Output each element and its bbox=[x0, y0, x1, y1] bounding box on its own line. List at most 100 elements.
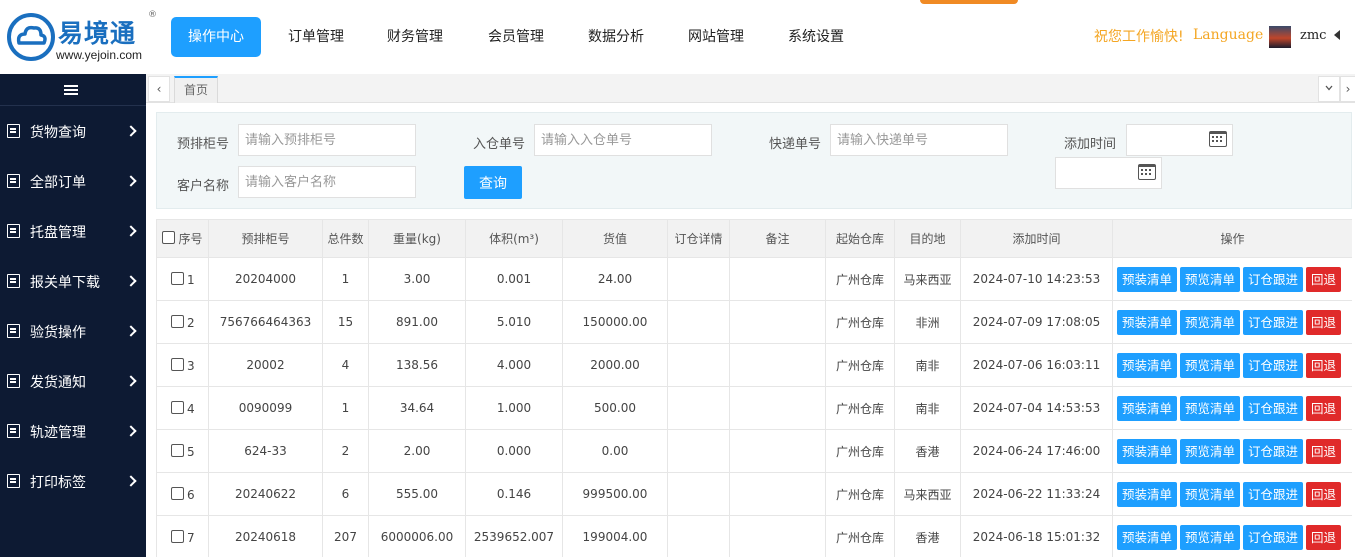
customer-name-input[interactable] bbox=[238, 166, 416, 198]
cell-volume: 0.000 bbox=[465, 429, 563, 473]
sidebar-item-inspection[interactable]: 验货操作 bbox=[0, 306, 146, 356]
rollback-button[interactable]: 回退 bbox=[1306, 266, 1342, 292]
cell-booking bbox=[667, 386, 730, 430]
sidebar-item-label: 托盘管理 bbox=[30, 225, 86, 241]
preview-list-button[interactable]: 预览清单 bbox=[1180, 309, 1241, 335]
preload-list-button[interactable]: 预装清单 bbox=[1117, 395, 1178, 421]
tab-dropdown-button[interactable] bbox=[1318, 76, 1340, 102]
nav-system-settings[interactable]: 系统设置 bbox=[788, 17, 844, 57]
nav-member-management[interactable]: 会员管理 bbox=[488, 17, 544, 57]
row-checkbox[interactable] bbox=[171, 443, 184, 457]
tab-home[interactable]: 首页 bbox=[174, 76, 218, 103]
row-checkbox[interactable] bbox=[171, 400, 184, 414]
cell-booking bbox=[667, 300, 730, 344]
preload-list-button[interactable]: 预装清单 bbox=[1117, 481, 1178, 507]
sidebar-item-all-orders[interactable]: 全部订单 bbox=[0, 156, 146, 206]
booking-followup-button[interactable]: 订仓跟进 bbox=[1243, 352, 1304, 378]
booking-followup-button[interactable]: 订仓跟进 bbox=[1243, 438, 1304, 464]
chevron-right-icon bbox=[125, 275, 137, 287]
preload-list-button[interactable]: 预装清单 bbox=[1117, 524, 1178, 550]
greeting-text: 祝您工作愉快! bbox=[1094, 29, 1184, 45]
row-checkbox[interactable] bbox=[171, 271, 184, 285]
preload-list-button[interactable]: 预装清单 bbox=[1117, 309, 1178, 335]
preview-list-button[interactable]: 预览清单 bbox=[1180, 395, 1241, 421]
row-checkbox[interactable] bbox=[171, 314, 184, 328]
nav-order-management[interactable]: 订单管理 bbox=[288, 17, 344, 57]
preload-list-button[interactable]: 预装清单 bbox=[1117, 352, 1178, 378]
cell-cabinet: 20002 bbox=[208, 343, 323, 387]
row-checkbox[interactable] bbox=[171, 357, 184, 371]
cell-cabinet: 624-33 bbox=[208, 429, 323, 473]
cell-value: 500.00 bbox=[562, 386, 668, 430]
cell-added-time: 2024-07-06 16:03:11 bbox=[960, 343, 1113, 387]
rollback-button[interactable]: 回退 bbox=[1306, 481, 1342, 507]
preview-list-button[interactable]: 预览清单 bbox=[1180, 438, 1241, 464]
inbound-number-input[interactable] bbox=[534, 124, 712, 156]
table-row: 3 20002 4 138.56 4.000 2000.00 广州仓库 南非 2024-07-0… bbox=[156, 343, 1352, 387]
nav-operation-center[interactable]: 操作中心 bbox=[171, 17, 261, 57]
sidebar-item-label: 报关单下载 bbox=[30, 275, 100, 291]
express-number-input[interactable] bbox=[830, 124, 1008, 156]
cell-origin: 广州仓库 bbox=[825, 257, 895, 301]
preview-list-button[interactable]: 预览清单 bbox=[1180, 524, 1241, 550]
hamburger-icon bbox=[64, 85, 78, 95]
sidebar-item-pallet-management[interactable]: 托盘管理 bbox=[0, 206, 146, 256]
booking-followup-button[interactable]: 订仓跟进 bbox=[1243, 266, 1304, 292]
booking-followup-button[interactable]: 订仓跟进 bbox=[1243, 481, 1304, 507]
cell-booking bbox=[667, 515, 730, 557]
calendar-icon[interactable] bbox=[1138, 164, 1156, 180]
rollback-button[interactable]: 回退 bbox=[1306, 309, 1342, 335]
cell-weight: 3.00 bbox=[368, 257, 466, 301]
cell-destination: 南非 bbox=[894, 386, 961, 430]
sidebar-item-print-labels[interactable]: 打印标签 bbox=[0, 456, 146, 506]
preview-list-button[interactable]: 预览清单 bbox=[1180, 481, 1241, 507]
header-volume: 体积(m³) bbox=[465, 219, 563, 258]
sidebar-item-tracking[interactable]: 轨迹管理 bbox=[0, 406, 146, 456]
header-pieces: 总件数 bbox=[322, 219, 369, 258]
header-value: 货值 bbox=[562, 219, 668, 258]
cell-actions: 预装清单 预览清单 订仓跟进 回退 bbox=[1112, 515, 1352, 557]
cell-pieces: 15 bbox=[322, 300, 369, 344]
logo[interactable]: 易境通 ® www.yejoin.com bbox=[6, 10, 157, 66]
sidebar-item-label: 轨迹管理 bbox=[30, 425, 86, 441]
sidebar-item-cargo-query[interactable]: 货物查询 bbox=[0, 106, 146, 156]
language-link[interactable]: Language bbox=[1193, 27, 1263, 43]
sidebar-item-shipping-notice[interactable]: 发货通知 bbox=[0, 356, 146, 406]
tab-scroll-right-button[interactable]: › bbox=[1340, 76, 1355, 102]
preload-list-button[interactable]: 预装清单 bbox=[1117, 266, 1178, 292]
select-all-checkbox[interactable] bbox=[162, 231, 176, 244]
preload-list-button[interactable]: 预装清单 bbox=[1117, 438, 1178, 464]
rollback-button[interactable]: 回退 bbox=[1306, 524, 1342, 550]
avatar[interactable] bbox=[1269, 26, 1291, 48]
cell-booking bbox=[667, 472, 730, 516]
username[interactable]: zmc bbox=[1300, 28, 1326, 43]
caret-left-icon[interactable] bbox=[1334, 30, 1340, 40]
cell-volume: 4.000 bbox=[465, 343, 563, 387]
header-actions: 操作 bbox=[1112, 219, 1352, 258]
preview-list-button[interactable]: 预览清单 bbox=[1180, 266, 1241, 292]
sidebar-item-label: 全部订单 bbox=[30, 175, 86, 191]
calendar-icon[interactable] bbox=[1209, 131, 1227, 147]
chevron-right-icon bbox=[125, 225, 137, 237]
nav-finance-management[interactable]: 财务管理 bbox=[387, 17, 443, 57]
cell-destination: 香港 bbox=[894, 515, 961, 557]
cell-pieces: 207 bbox=[322, 515, 369, 557]
booking-followup-button[interactable]: 订仓跟进 bbox=[1243, 309, 1304, 335]
rollback-button[interactable]: 回退 bbox=[1306, 352, 1342, 378]
booking-followup-button[interactable]: 订仓跟进 bbox=[1243, 524, 1304, 550]
nav-data-analysis[interactable]: 数据分析 bbox=[588, 17, 644, 57]
rollback-button[interactable]: 回退 bbox=[1306, 438, 1342, 464]
cabinet-number-input[interactable] bbox=[238, 124, 416, 156]
sidebar-item-customs-download[interactable]: 报关单下载 bbox=[0, 256, 146, 306]
nav-website-management[interactable]: 网站管理 bbox=[688, 17, 744, 57]
booking-followup-button[interactable]: 订仓跟进 bbox=[1243, 395, 1304, 421]
sidebar-toggle[interactable] bbox=[0, 74, 146, 106]
tab-scroll-left-button[interactable]: ‹ bbox=[148, 76, 170, 102]
preview-list-button[interactable]: 预览清单 bbox=[1180, 352, 1241, 378]
rollback-button[interactable]: 回退 bbox=[1306, 395, 1342, 421]
row-checkbox[interactable] bbox=[171, 529, 184, 543]
row-checkbox[interactable] bbox=[171, 486, 184, 500]
list-icon bbox=[7, 324, 20, 338]
query-button[interactable]: 查询 bbox=[464, 166, 522, 199]
cell-pieces: 6 bbox=[322, 472, 369, 516]
